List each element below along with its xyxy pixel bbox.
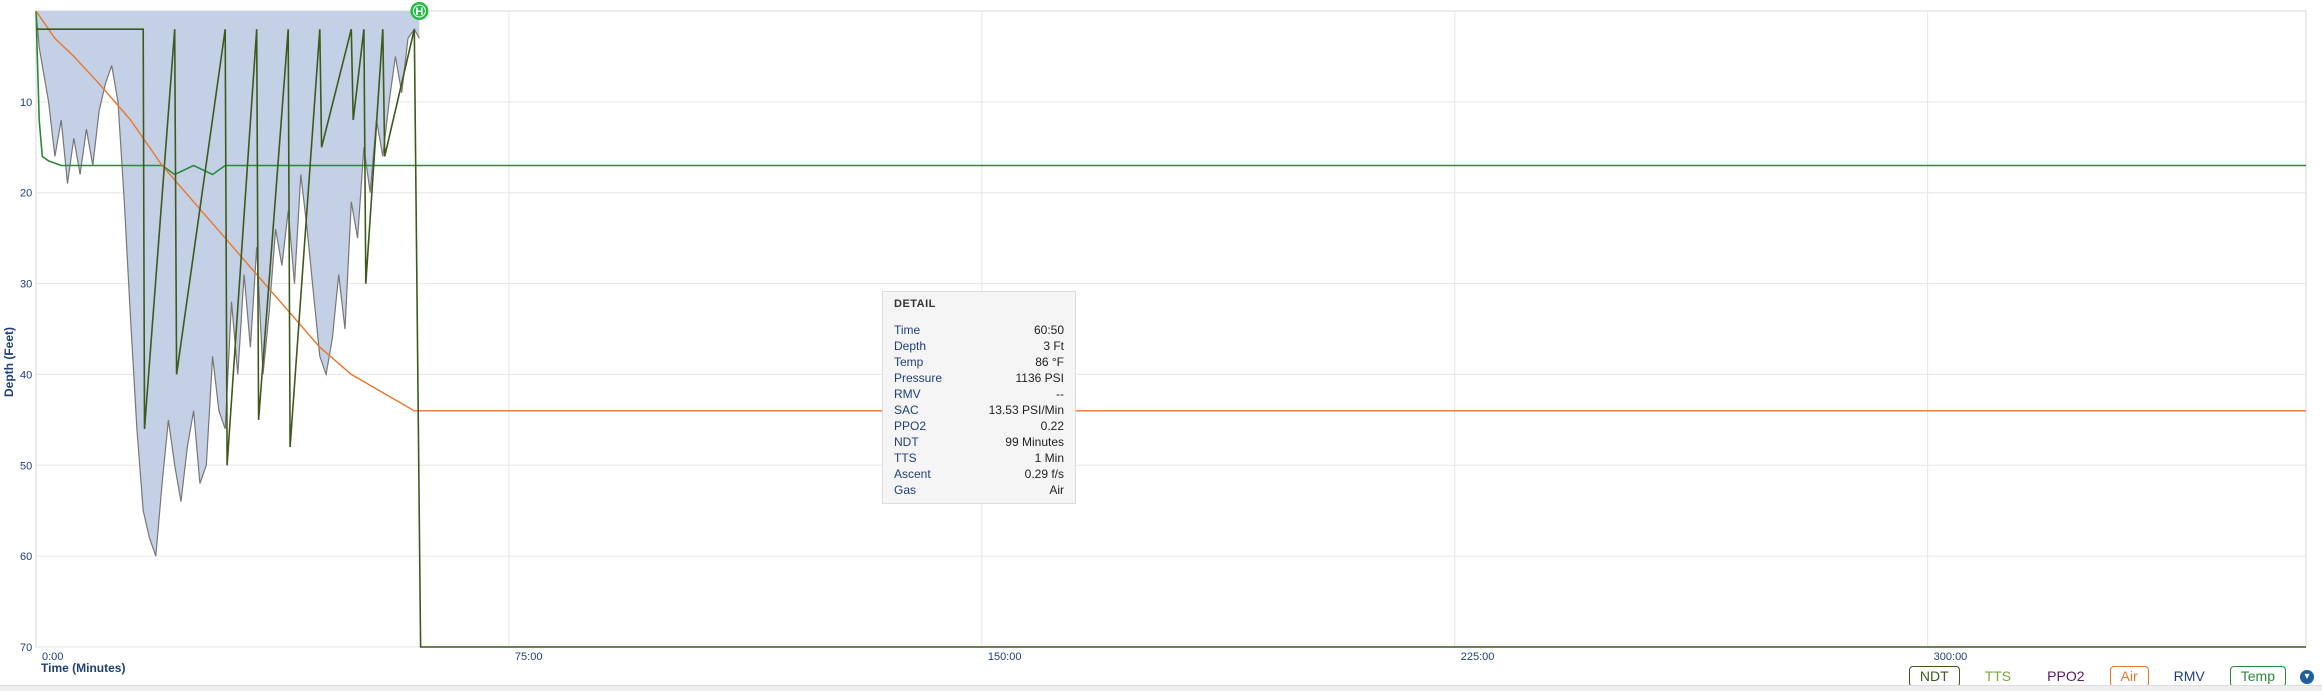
y-tick-label: 10 bbox=[20, 97, 32, 109]
detail-value: 1136 PSI bbox=[1015, 371, 1064, 385]
detail-label: Ascent bbox=[894, 467, 931, 481]
detail-row: TTS 1 Min bbox=[894, 450, 1064, 466]
x-tick-label: 300:00 bbox=[1934, 651, 1968, 663]
ndt-line bbox=[36, 28, 2306, 648]
detail-value: 1 Min bbox=[1034, 451, 1064, 465]
detail-label: Gas bbox=[894, 483, 917, 497]
horizontal-scrollbar[interactable] bbox=[0, 685, 2322, 691]
detail-label: RMV bbox=[894, 387, 921, 401]
detail-value: 0.29 f/s bbox=[1024, 467, 1064, 481]
x-tick-label: 150:00 bbox=[988, 651, 1022, 663]
detail-tooltip: DETAIL Time 60:50 Depth 3 Ft Temp 86 °F Pressu… bbox=[882, 291, 1076, 504]
marker-layer[interactable]: H bbox=[410, 2, 429, 20]
detail-row: SAC 13.53 PSI/Min bbox=[894, 402, 1064, 418]
detail-value: 3 Ft bbox=[1043, 339, 1064, 353]
y-tick-label: 70 bbox=[20, 642, 32, 654]
legend-item-ppo2[interactable]: PPO2 bbox=[2036, 666, 2095, 687]
detail-label: TTS bbox=[894, 451, 917, 465]
detail-row: Time 60:50 bbox=[894, 322, 1064, 338]
x-axis-title: Time (Minutes) bbox=[41, 661, 125, 675]
series-layer bbox=[35, 10, 2306, 648]
scroll-grip-icon[interactable] bbox=[1158, 685, 1170, 691]
detail-label: SAC bbox=[894, 403, 919, 417]
x-tick-label: 75:00 bbox=[515, 651, 543, 663]
detail-row: Ascent 0.29 f/s bbox=[894, 466, 1064, 482]
detail-label: Pressure bbox=[894, 371, 943, 385]
chart-legend: NDT TTS PPO2 Air RMV Temp ▾ bbox=[1908, 666, 2314, 687]
legend-item-temp[interactable]: Temp bbox=[2229, 666, 2286, 687]
y-axis-title: Depth (Feet) bbox=[2, 327, 16, 397]
legend-item-rmv[interactable]: RMV bbox=[2163, 666, 2216, 687]
detail-label: Depth bbox=[894, 339, 927, 353]
detail-row: RMV -- bbox=[894, 386, 1064, 402]
legend-item-air[interactable]: Air bbox=[2109, 666, 2149, 687]
detail-label: Time bbox=[894, 323, 921, 337]
dive-profile-chart[interactable]: 10203040506070 0:00 75:00 150:00 225:00 300:… bbox=[0, 0, 2322, 691]
detail-rows: Time 60:50 Depth 3 Ft Temp 86 °F Pressure 1136 … bbox=[894, 322, 1064, 498]
legend-item-ndt[interactable]: NDT bbox=[1908, 666, 1960, 687]
detail-value: -- bbox=[1056, 387, 1064, 401]
detail-label: NDT bbox=[894, 435, 919, 449]
detail-title: DETAIL bbox=[894, 298, 936, 310]
detail-row: NDT 99 Minutes bbox=[894, 434, 1064, 450]
detail-row: PPO2 0.22 bbox=[894, 418, 1064, 434]
detail-row: Depth 3 Ft bbox=[894, 338, 1064, 354]
detail-label: Temp bbox=[894, 355, 924, 369]
detail-value: 0.22 bbox=[1040, 419, 1064, 433]
x-tick-label: 225:00 bbox=[1461, 651, 1495, 663]
h-marker-label: H bbox=[415, 6, 423, 18]
detail-value: Air bbox=[1049, 483, 1064, 497]
detail-value: 99 Minutes bbox=[1005, 435, 1064, 449]
x-axis-ticks: 0:00 75:00 150:00 225:00 300:00 bbox=[42, 651, 1967, 663]
y-tick-label: 40 bbox=[20, 369, 32, 381]
detail-row: Temp 86 °F bbox=[894, 354, 1064, 370]
y-tick-label: 60 bbox=[20, 551, 32, 563]
detail-value: 86 °F bbox=[1035, 355, 1064, 369]
detail-value: 13.53 PSI/Min bbox=[988, 403, 1064, 417]
detail-row: Pressure 1136 PSI bbox=[894, 370, 1064, 386]
legend-item-tts[interactable]: TTS bbox=[1974, 666, 2022, 687]
y-axis-ticks: 10 20 30 40 50 60 70 bbox=[20, 97, 32, 654]
detail-value: 60:50 bbox=[1033, 323, 1064, 337]
detail-row: Gas Air bbox=[894, 482, 1064, 498]
legend-settings-icon[interactable]: ▾ bbox=[2300, 669, 2314, 684]
y-tick-label: 30 bbox=[20, 279, 32, 291]
y-tick-label: 50 bbox=[20, 460, 32, 472]
detail-label: PPO2 bbox=[894, 419, 927, 433]
y-tick-label: 20 bbox=[20, 188, 32, 200]
